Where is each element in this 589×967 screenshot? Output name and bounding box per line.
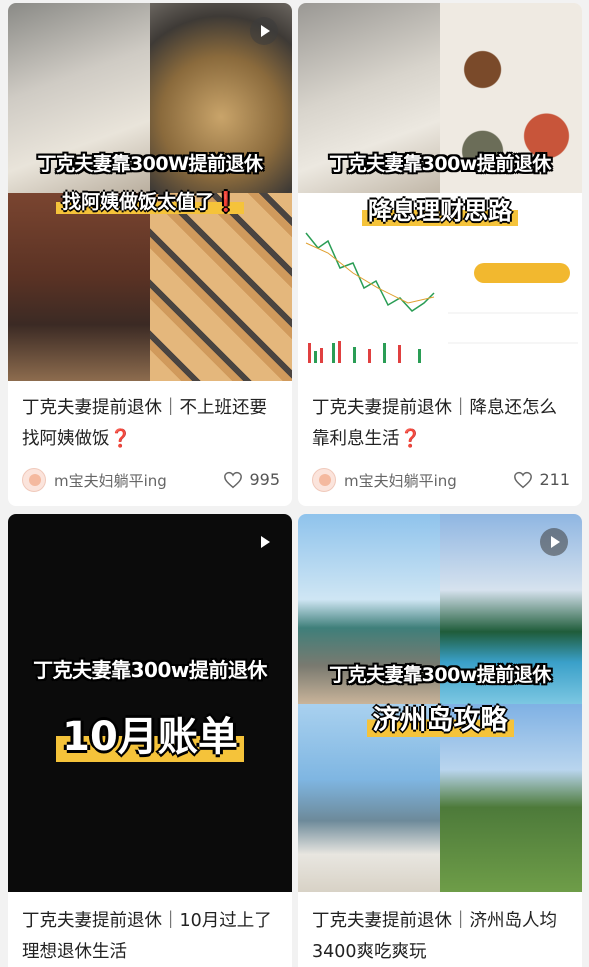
note-card[interactable]: 丁克夫妻靠300w提前退休 济州岛攻略 丁克夫妻提前退休｜济州岛人均3400爽吃…	[298, 514, 582, 967]
note-meta: m宝夫妇躺平ing 995	[22, 465, 280, 495]
play-icon[interactable]	[540, 528, 568, 556]
cover-photo-tile	[8, 193, 150, 381]
cover-overlay-subtitle: 降息理财思路	[298, 191, 582, 226]
heart-icon	[514, 471, 533, 489]
note-cover[interactable]: 丁克夫妻靠300w提前退休 10月账单	[8, 514, 292, 892]
note-cover[interactable]: 丁克夫妻靠300w提前退休 降息理财思路	[298, 3, 582, 381]
author-name[interactable]: m宝夫妇躺平ing	[54, 470, 167, 491]
cover-overlay-subtitle: 10月账单	[8, 704, 292, 762]
note-meta: m宝夫妇躺平ing 211	[312, 465, 570, 495]
author-name[interactable]: m宝夫妇躺平ing	[344, 470, 457, 491]
note-card[interactable]: 丁克夫妻靠300w提前退休 降息理财思路 丁克夫妻提前退休｜降息还怎么靠利息生活…	[298, 3, 582, 506]
like-button[interactable]: 995	[224, 470, 280, 489]
note-title[interactable]: 丁克夫妻提前退休｜不上班还要找阿姨做饭❓	[22, 393, 282, 455]
avatar[interactable]	[312, 468, 336, 492]
cover-overlay-subtitle: 找阿姨做饭太值了❗	[8, 187, 292, 214]
note-card[interactable]: 丁克夫妻靠300w提前退休 10月账单 丁克夫妻提前退休｜10月过上了理想退休生…	[8, 514, 292, 967]
like-button[interactable]: 211	[514, 470, 570, 489]
note-cover[interactable]: 丁克夫妻靠300W提前退休 找阿姨做饭太值了❗	[8, 3, 292, 381]
cover-overlay-title: 丁克夫妻靠300W提前退休	[37, 153, 263, 175]
note-title[interactable]: 丁克夫妻提前退休｜济州岛人均3400爽吃爽玩	[312, 906, 572, 967]
note-card[interactable]: 丁克夫妻靠300W提前退休 找阿姨做饭太值了❗ 丁克夫妻提前退休｜不上班还要找阿…	[8, 3, 292, 506]
cover-overlay-title: 丁克夫妻靠300w提前退休	[33, 658, 267, 682]
like-count: 995	[249, 470, 280, 489]
like-count: 211	[539, 470, 570, 489]
heart-icon	[224, 471, 243, 489]
play-icon[interactable]	[250, 17, 278, 45]
note-title[interactable]: 丁克夫妻提前退休｜10月过上了理想退休生活	[22, 906, 282, 967]
cover-overlay-title: 丁克夫妻靠300w提前退休	[329, 664, 551, 686]
note-cover[interactable]: 丁克夫妻靠300w提前退休 济州岛攻略	[298, 514, 582, 892]
play-icon[interactable]	[250, 528, 278, 556]
avatar[interactable]	[22, 468, 46, 492]
cover-overlay-subtitle: 济州岛攻略	[298, 698, 582, 737]
note-title[interactable]: 丁克夫妻提前退休｜降息还怎么靠利息生活❓	[312, 393, 572, 455]
note-feed: 丁克夫妻靠300W提前退休 找阿姨做饭太值了❗ 丁克夫妻提前退休｜不上班还要找阿…	[0, 0, 589, 967]
cover-photo-tile	[150, 193, 292, 381]
cover-overlay-title: 丁克夫妻靠300w提前退休	[329, 153, 551, 175]
